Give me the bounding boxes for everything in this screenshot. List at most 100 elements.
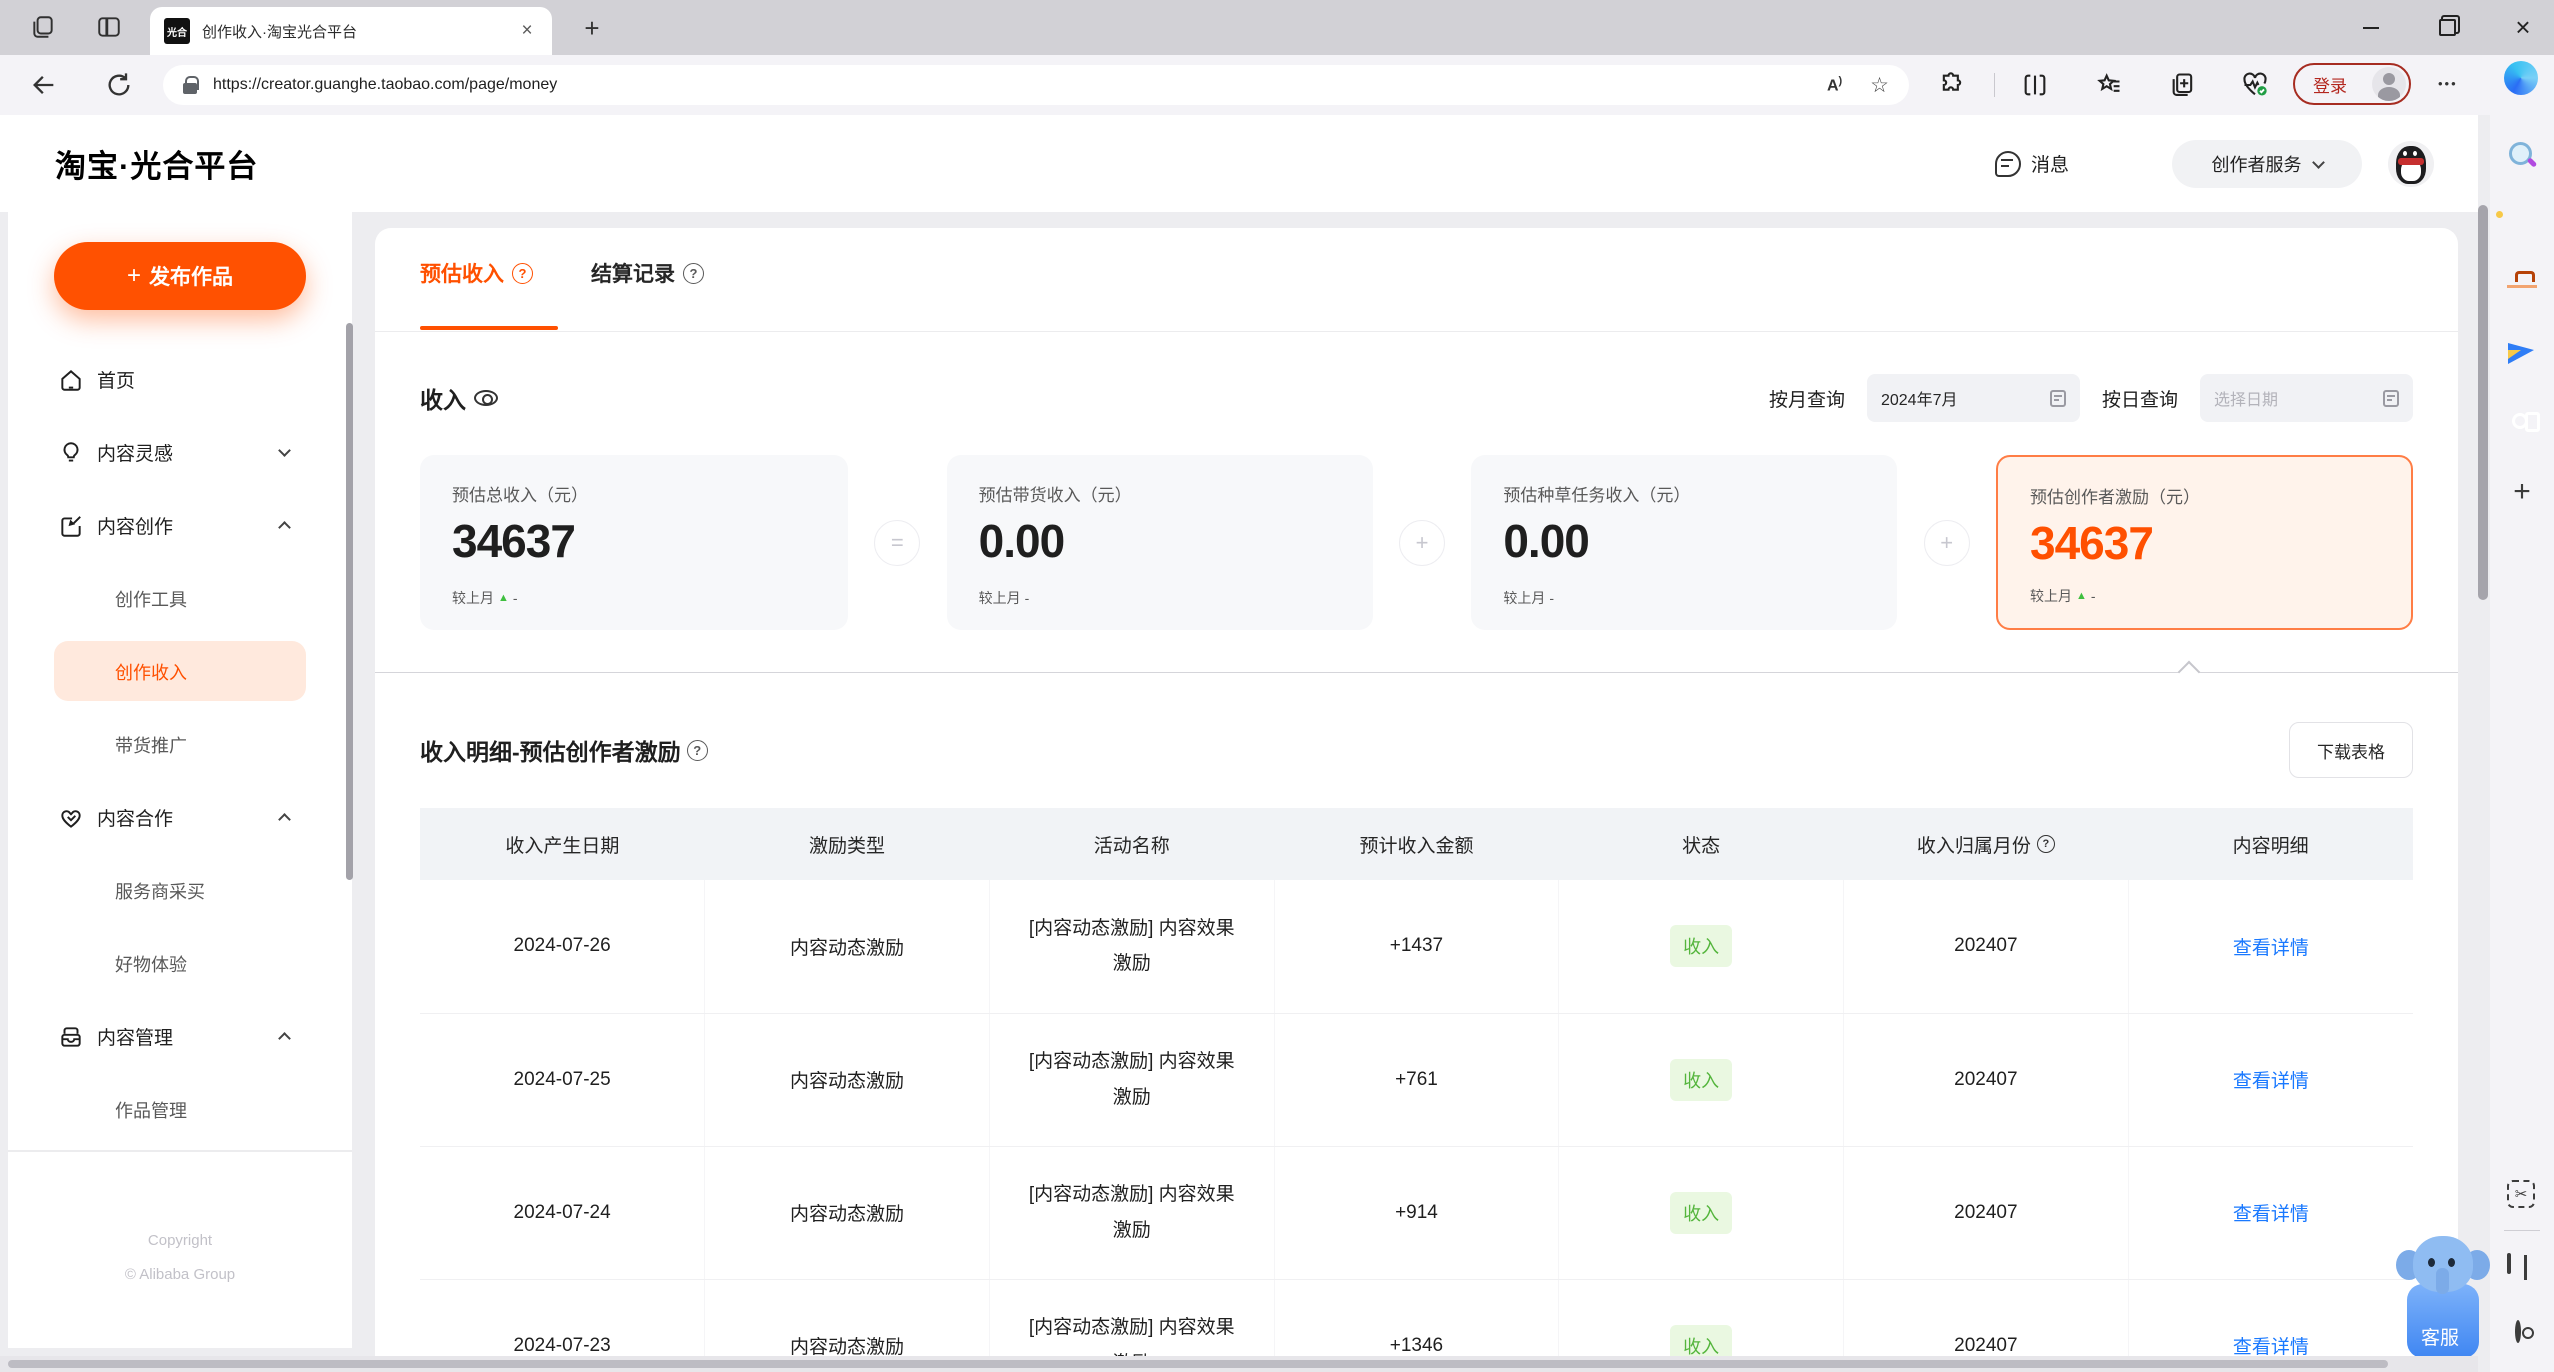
col-income-month: 收入归属月份 (1843, 808, 2129, 880)
sidebar-separator (2504, 1230, 2540, 1231)
favorites-icon[interactable] (2095, 71, 2123, 99)
sidebar-item-works-management[interactable]: 作品管理 (8, 1073, 352, 1146)
login-button[interactable]: 登录 (2293, 63, 2411, 105)
col-incentive-type: 激励类型 (704, 808, 990, 880)
window-minimize-button[interactable] (2348, 0, 2394, 55)
col-date: 收入产生日期 (420, 808, 705, 880)
view-details-link[interactable]: 查看详情 (2233, 1337, 2309, 1358)
view-details-link[interactable]: 查看详情 (2233, 1071, 2309, 1092)
status-badge: 收入 (1670, 925, 1733, 968)
page-vertical-scrollbar[interactable] (2478, 205, 2488, 600)
refresh-icon[interactable] (105, 71, 133, 99)
tab-settlement-records[interactable]: 结算记录 (591, 258, 704, 288)
table-row: 2024-07-26 内容动态激励 [内容动态激励] 内容效果激励 +1437 … (420, 880, 2413, 1014)
table-row: 2024-07-23 内容动态激励 [内容动态激励] 内容效果激励 +1346 … (420, 1279, 2413, 1363)
sidebar-item-cooperation[interactable]: 内容合作 (8, 781, 352, 854)
login-label: 登录 (2313, 76, 2347, 96)
plus-operator: + (1923, 519, 1970, 566)
site-favicon: 光合 (164, 18, 190, 44)
browser-toolbar: https://creator.guanghe.taobao.com/page/… (0, 55, 2554, 115)
eye-icon[interactable] (474, 390, 498, 406)
site-header: 淘宝·光合平台 消息 创作者服务 (0, 115, 2478, 212)
copyright-text: Copyright © Alibaba Group (124, 1232, 236, 1283)
extensions-icon[interactable] (1938, 71, 1966, 99)
sidebar-item-content-management[interactable]: 内容管理 (8, 1000, 352, 1073)
user-avatar[interactable] (2388, 141, 2434, 187)
day-filter-label: 按日查询 (2101, 389, 2178, 411)
sidebar-item-home[interactable]: 首页 (8, 343, 352, 416)
collections-icon[interactable] (2169, 71, 2197, 99)
help-icon[interactable] (686, 739, 708, 761)
help-icon[interactable] (512, 262, 533, 284)
tab-estimated-income[interactable]: 预估收入 (420, 258, 533, 288)
table-header-row: 收入产生日期 激励类型 活动名称 预计收入金额 状态 收入归属月份 内容明细 (420, 808, 2413, 880)
browser-titlebar: 光合 创作收入·淘宝光合平台 (0, 0, 2554, 55)
sidebar-item-creation-income[interactable]: 创作收入 (8, 635, 352, 708)
browser-tab[interactable]: 光合 创作收入·淘宝光合平台 (150, 7, 552, 55)
browser-window: 光合 创作收入·淘宝光合平台 https://creator.guanghe.t… (0, 0, 2554, 1372)
split-screen-icon[interactable] (2021, 71, 2049, 99)
copilot-icon[interactable] (2504, 61, 2538, 95)
card-total-income: 预估总收入（元） 34637 较上月 - (420, 455, 848, 630)
table-row: 2024-07-24 内容动态激励 [内容动态激励] 内容效果激励 +914 收… (420, 1146, 2413, 1280)
card-creator-incentive[interactable]: 预估创作者激励（元） 34637 较上月 - (1996, 455, 2414, 630)
download-table-button[interactable]: 下载表格 (2289, 722, 2413, 778)
window-close-button[interactable] (2500, 0, 2546, 55)
sidebar-scrollbar[interactable] (346, 323, 353, 880)
up-arrow-icon (498, 592, 509, 604)
customer-service-label: 客服 (2420, 1328, 2459, 1349)
sidebar-item-service-purchase[interactable]: 服务商采买 (8, 854, 352, 927)
card-seeding-task-income: 预估种草任务收入（元） 0.00 较上月 - (1471, 455, 1898, 630)
help-icon[interactable] (683, 262, 704, 284)
split-view-icon[interactable] (2507, 1253, 2511, 1274)
browser-essentials-icon[interactable] (2241, 71, 2269, 99)
message-bubble-icon (1995, 150, 2021, 177)
sidebar-item-creation[interactable]: 内容创作 (8, 489, 352, 562)
favorite-star-icon[interactable] (1870, 73, 1889, 98)
toolbar-separator (1994, 73, 1995, 97)
customer-service-widget[interactable]: 客服 (2396, 1232, 2490, 1360)
help-icon[interactable] (2036, 835, 2055, 853)
income-section-title: 收入 (420, 381, 498, 415)
equals-operator: = (874, 519, 921, 566)
view-details-link[interactable]: 查看详情 (2233, 1204, 2309, 1225)
workspaces-icon[interactable] (30, 14, 56, 40)
add-sidebar-item-icon[interactable] (2507, 477, 2537, 507)
tab-close-icon[interactable] (516, 20, 538, 42)
month-picker-input[interactable]: 2024年7月 (1866, 374, 2080, 422)
home-icon (58, 367, 84, 393)
settings-more-icon[interactable] (2438, 71, 2458, 94)
web-capture-icon[interactable] (2507, 1180, 2535, 1208)
publish-button[interactable]: 发布作品 (54, 242, 306, 310)
url-text[interactable]: https://creator.guanghe.taobao.com/page/… (213, 76, 1827, 94)
new-tab-button[interactable] (578, 14, 606, 42)
page-horizontal-scrollbar[interactable] (0, 1356, 2478, 1372)
date-picker-input[interactable]: 选择日期 (2200, 374, 2413, 422)
creator-service-menu[interactable]: 创作者服务 (2172, 140, 2362, 188)
window-restore-button[interactable] (2424, 0, 2470, 55)
site-logo[interactable]: 淘宝·光合平台 (55, 115, 258, 212)
sidebar-item-promotion[interactable]: 带货推广 (8, 708, 352, 781)
left-sidebar: 发布作品 首页 内容灵感 内容创作 创作工具 创作 (8, 212, 353, 1348)
sidebar-item-product-trial[interactable]: 好物体验 (8, 927, 352, 1000)
read-aloud-icon[interactable]: A (1827, 75, 1842, 95)
tab-title: 创作收入·淘宝光合平台 (202, 23, 357, 41)
sidebar-divider (8, 1150, 352, 1152)
view-details-link[interactable]: 查看详情 (2233, 938, 2309, 959)
table-row: 2024-07-25 内容动态激励 [内容动态激励] 内容效果激励 +761 收… (420, 1013, 2413, 1147)
status-badge: 收入 (1670, 1058, 1733, 1101)
address-bar[interactable]: https://creator.guanghe.taobao.com/page/… (163, 65, 1909, 105)
up-arrow-icon (2076, 590, 2087, 602)
income-tabs: 预估收入 结算记录 (420, 258, 704, 288)
sidebar-item-inspiration[interactable]: 内容灵感 (8, 416, 352, 489)
back-icon[interactable] (30, 71, 58, 99)
messages-button[interactable]: 消息 (1995, 115, 2069, 212)
sidebar-item-creation-tools[interactable]: 创作工具 (8, 562, 352, 635)
inbox-icon (58, 1024, 84, 1050)
col-activity-name: 活动名称 (989, 808, 1275, 880)
main-content-panel: 预估收入 结算记录 收入 按月查询 2024年7月 按日查询 (375, 228, 2458, 1363)
gear-icon[interactable] (2515, 1320, 2521, 1343)
card-goods-income: 预估带货收入（元） 0.00 较上月 - (946, 455, 1373, 630)
income-header-row: 收入 按月查询 2024年7月 按日查询 选择日期 (420, 368, 2413, 428)
tab-actions-icon[interactable] (96, 14, 122, 40)
